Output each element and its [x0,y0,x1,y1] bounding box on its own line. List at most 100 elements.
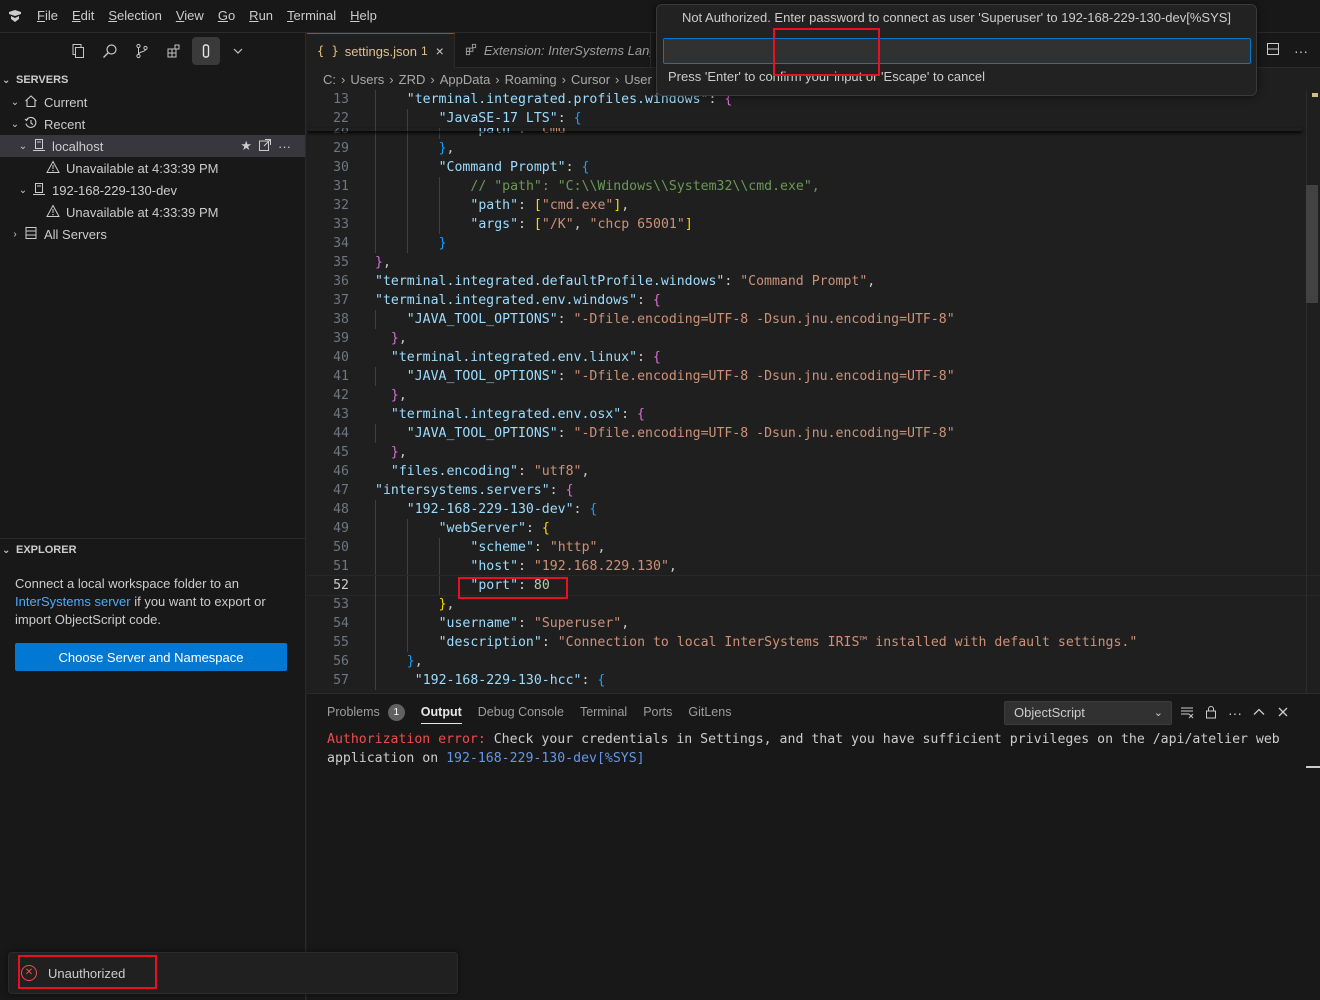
intersystems-servers-view-icon[interactable] [192,37,220,65]
editor-vertical-scrollbar[interactable] [1306,90,1320,693]
tree-item-all-servers[interactable]: › All Servers [0,223,305,245]
star-icon[interactable]: ★ [240,138,252,154]
breadcrumb-item[interactable]: AppData [440,72,491,87]
menu-run[interactable]: Run [242,0,280,33]
indent-guide [406,595,408,614]
tab-settings-json[interactable]: { } settings.json 1 × [307,33,455,68]
tree-item-localhost-status[interactable]: Unavailable at 4:33:39 PM [0,157,305,179]
code-line[interactable]: 47 "intersystems.servers": { [307,481,1320,500]
more-actions-icon[interactable]: ··· [1228,705,1242,721]
menu-selection[interactable]: Selection [101,0,168,33]
password-input[interactable] [663,38,1251,64]
code-line[interactable]: 49 "webServer": { [307,519,1320,538]
code-line[interactable]: 33 "args": ["/K", "chcp 65001"] [307,215,1320,234]
menu-view[interactable]: View [169,0,211,33]
code-line[interactable]: 57 "192-168-229-130-hcc": { [307,671,1320,690]
code-line[interactable]: 45}, [307,443,1320,462]
tree-item-dev-status[interactable]: Unavailable at 4:33:39 PM [0,201,305,223]
tab-output[interactable]: Output [413,694,470,730]
search-view-icon[interactable] [94,37,126,65]
more-views-chevron-down-icon[interactable] [222,37,254,65]
breadcrumb-item[interactable]: Cursor [571,72,610,87]
tree-item-localhost[interactable]: ⌄ localhost ★ ··· [0,135,305,157]
tree-item-dev-server[interactable]: ⌄ 192-168-229-130-dev [0,179,305,201]
menu-go[interactable]: Go [211,0,242,33]
code-line[interactable]: 34} [307,234,1320,253]
code-line[interactable]: 50 "scheme": "http", [307,538,1320,557]
editor-scroll-thumb[interactable] [1306,185,1318,303]
explorer-section: ⌄ EXPLORER Connect a local workspace fol… [0,538,306,671]
tree-item-current-label: Current [44,94,88,110]
code-line[interactable]: 32 "path": ["cmd.exe"], [307,196,1320,215]
line-number: 13 [333,92,349,107]
explorer-msg-line-2: if you want to export or [130,594,266,609]
code-line[interactable]: 22 "JavaSE-17 LTS": { [307,109,1320,128]
line-number: 35 [333,255,349,270]
explorer-section-header[interactable]: ⌄ EXPLORER [0,539,306,561]
code-text: "host": "192.168.229.130", [470,559,677,574]
code-editor[interactable]: 13 "terminal.integrated.profiles.windows"… [307,90,1320,693]
lock-icon[interactable] [1204,705,1218,722]
extensions-view-icon[interactable] [158,37,190,65]
code-line[interactable]: 56}, [307,652,1320,671]
code-line[interactable]: 37 "terminal.integrated.env.windows": { [307,291,1320,310]
line-number: 57 [333,673,349,688]
menu-edit[interactable]: Edit [65,0,101,33]
line-number: 51 [333,559,349,574]
code-line[interactable]: 40 "terminal.integrated.env.linux": { [307,348,1320,367]
code-line[interactable]: 44 "JAVA_TOOL_OPTIONS": "-Dfile.encoding=… [307,424,1320,443]
tree-item-recent[interactable]: ⌄ Recent [0,113,305,135]
output-channel-select[interactable]: ObjectScript ⌄ [1004,701,1172,725]
breadcrumb-item[interactable]: C: [323,72,336,87]
more-actions-icon[interactable]: ··· [278,139,291,154]
menu-help[interactable]: Help [343,0,384,33]
open-external-icon[interactable] [258,138,272,155]
code-line[interactable]: 55 "description": "Connection to local In… [307,633,1320,652]
tab-ports[interactable]: Ports [635,694,680,730]
code-line[interactable]: 51 "host": "192.168.229.130", [307,557,1320,576]
close-icon[interactable]: × [436,43,444,59]
code-line[interactable]: 48 "192-168-229-130-dev": { [307,500,1320,519]
tree-item-current[interactable]: ⌄ Current [0,91,305,113]
servers-section-header[interactable]: ⌄ SERVERS [0,69,305,91]
tab-terminal[interactable]: Terminal [572,694,635,730]
breadcrumb-item[interactable]: Users [350,72,384,87]
code-line[interactable]: 46 "files.encoding": "utf8", [307,462,1320,481]
code-line[interactable]: 41 "JAVA_TOOL_OPTIONS": "-Dfile.encoding=… [307,367,1320,386]
code-line[interactable]: 35}, [307,253,1320,272]
menu-terminal[interactable]: Terminal [280,0,343,33]
close-panel-icon[interactable] [1276,705,1290,722]
code-line[interactable]: 29}, [307,139,1320,158]
tab-problems[interactable]: Problems 1 [319,694,413,730]
code-line[interactable]: 36 "terminal.integrated.defaultProfile.wi… [307,272,1320,291]
code-line[interactable]: 31 // "path": "C:\\Windows\\System32\\cmd… [307,177,1320,196]
line-number: 54 [333,616,349,631]
tab-extension-preview[interactable]: Extension: InterSystems Langua [455,33,651,68]
breadcrumb-item[interactable]: ZRD [399,72,426,87]
explorer-view-icon[interactable] [62,37,94,65]
menu-mnemonic: R [249,7,259,23]
menu-file[interactable]: File [30,0,65,33]
menu-label-rest: o [227,7,236,23]
clear-output-icon[interactable] [1180,705,1194,722]
code-line[interactable]: 42}, [307,386,1320,405]
warning-icon [44,203,62,221]
line-number: 41 [333,369,349,384]
split-editor-icon[interactable] [1266,42,1280,59]
code-line[interactable]: 54 "username": "Superuser", [307,614,1320,633]
tab-debug-console[interactable]: Debug Console [470,694,572,730]
code-line[interactable]: 39}, [307,329,1320,348]
breadcrumb-item[interactable]: User [624,72,651,87]
tab-gitlens[interactable]: GitLens [680,694,739,730]
code-line[interactable]: 43 "terminal.integrated.env.osx": { [307,405,1320,424]
code-line[interactable]: 30 "Command Prompt": { [307,158,1320,177]
breadcrumb-item[interactable]: Roaming [505,72,557,87]
choose-server-namespace-button[interactable]: Choose Server and Namespace [15,643,287,671]
line-number: 47 [333,483,349,498]
source-control-view-icon[interactable] [126,37,158,65]
output-log[interactable]: Authorization error: Check your credenti… [327,730,1287,768]
code-line[interactable]: 38 "JAVA_TOOL_OPTIONS": "-Dfile.encoding=… [307,310,1320,329]
more-actions-icon[interactable]: ··· [1294,43,1308,59]
maximize-panel-icon[interactable] [1252,705,1266,722]
intersystems-server-link[interactable]: InterSystems server [15,594,131,609]
